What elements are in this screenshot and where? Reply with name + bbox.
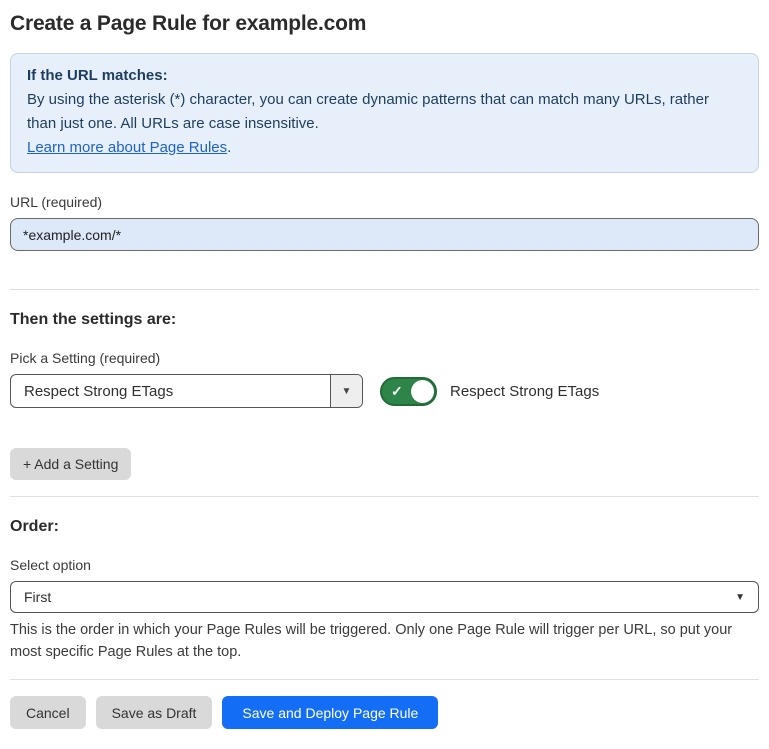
order-select[interactable]: First ▼ [10,581,759,613]
section-divider [10,289,759,290]
order-help-text: This is the order in which your Page Rul… [10,619,759,663]
order-select-value: First [24,589,51,605]
save-draft-button[interactable]: Save as Draft [96,696,213,729]
setting-toggle[interactable]: ✓ [380,377,437,406]
chevron-down-icon: ▼ [735,592,745,603]
check-icon: ✓ [391,383,403,400]
add-setting-button[interactable]: + Add a Setting [10,448,131,480]
cancel-button[interactable]: Cancel [10,696,86,729]
setting-select[interactable]: Respect Strong ETags ▼ [10,374,363,408]
order-heading: Order: [10,518,759,536]
setting-row: Respect Strong ETags ▼ ✓ Respect Strong … [10,374,759,408]
footer-divider [10,679,759,680]
toggle-knob [411,380,434,403]
order-select-label: Select option [10,557,759,573]
settings-heading: Then the settings are: [10,311,759,329]
learn-more-link[interactable]: Learn more about Page Rules [27,139,227,156]
setting-select-value: Respect Strong ETags [11,375,330,407]
url-field-label: URL (required) [10,194,759,210]
url-match-info-box: If the URL matches: By using the asteris… [10,53,759,173]
setting-toggle-label: Respect Strong ETags [450,383,599,400]
section-divider [10,496,759,497]
save-deploy-button[interactable]: Save and Deploy Page Rule [222,696,438,729]
info-box-heading: If the URL matches: [27,64,742,88]
page-title: Create a Page Rule for example.com [10,8,759,36]
info-box-body: By using the asterisk (*) character, you… [27,88,742,136]
info-box-link-line: Learn more about Page Rules. [27,136,742,160]
link-suffix: . [227,139,231,156]
page-rule-form: Create a Page Rule for example.com If th… [0,0,769,749]
footer-actions: Cancel Save as Draft Save and Deploy Pag… [10,696,759,729]
url-input[interactable] [10,218,759,251]
chevron-down-icon[interactable]: ▼ [330,375,362,407]
pick-setting-label: Pick a Setting (required) [10,350,759,366]
